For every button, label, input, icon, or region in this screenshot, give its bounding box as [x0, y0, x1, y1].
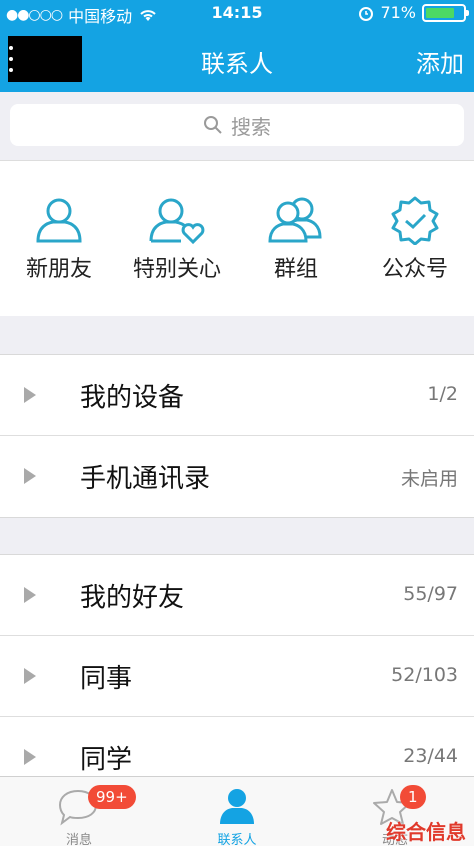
tab-contacts[interactable]: 联系人	[158, 777, 316, 846]
group-name: 同学	[80, 745, 133, 775]
tab-label: 联系人	[217, 833, 257, 846]
navigation-bar: 联系人 添加	[0, 26, 474, 92]
contact-groups-section-2: 我的好友 55/97 同事 52/103 同学 23/44	[0, 554, 474, 798]
quick-entry-label: 群组	[273, 257, 318, 282]
group-count: 1/2	[427, 383, 458, 405]
moments-badge: 1	[400, 785, 426, 809]
expand-arrow-icon	[24, 587, 36, 603]
alarm-clock-icon	[359, 6, 374, 21]
group-count: 55/97	[403, 583, 458, 605]
expand-arrow-icon	[24, 668, 36, 684]
expand-arrow-icon	[24, 468, 36, 484]
list-item-my-devices[interactable]: 我的设备 1/2	[0, 355, 474, 436]
group-name: 手机通讯录	[80, 464, 211, 494]
top-bar: ●●○○○ 中国移动 14:15 71% 联系人 添加	[0, 0, 474, 92]
group-icon	[268, 197, 322, 243]
group-count: 23/44	[403, 745, 458, 767]
quick-entry-label: 特别关心	[132, 257, 221, 282]
person-icon	[220, 789, 254, 824]
watermark-text: 综合信息	[386, 820, 466, 844]
status-bar: ●●○○○ 中国移动 14:15 71%	[0, 0, 474, 26]
quick-entries: 新朋友 特别关心 群组 公众号	[0, 160, 474, 316]
expand-arrow-icon	[24, 387, 36, 403]
tab-messages[interactable]: 99+ 消息	[0, 777, 158, 846]
group-count: 未启用	[400, 468, 458, 490]
group-name: 我的好友	[80, 583, 185, 613]
expand-arrow-icon	[24, 749, 36, 765]
contact-groups-section-1: 我的设备 1/2 手机通讯录 未启用	[0, 354, 474, 518]
contacts-screen: ●●○○○ 中国移动 14:15 71% 联系人 添加 搜索 新朋友 特别关心 …	[0, 0, 474, 846]
group-name: 我的设备	[80, 383, 185, 413]
list-item-colleagues[interactable]: 同事 52/103	[0, 636, 474, 717]
list-item-phone-contacts[interactable]: 手机通讯录 未启用	[0, 436, 474, 517]
quick-entry-label: 新朋友	[25, 257, 92, 282]
list-item-my-friends[interactable]: 我的好友 55/97	[0, 555, 474, 636]
user-icon	[36, 198, 82, 243]
search-placeholder: 搜索	[231, 114, 271, 139]
user-heart-icon	[149, 198, 205, 245]
quick-entry-new-friends[interactable]: 新朋友	[0, 195, 118, 295]
battery-icon	[422, 3, 469, 22]
badge-check-icon	[391, 196, 439, 245]
status-right: 71%	[358, 3, 469, 22]
quick-entry-special-care[interactable]: 特别关心	[118, 195, 236, 295]
search-icon	[204, 116, 222, 134]
tab-label: 消息	[65, 833, 92, 846]
battery-percent: 71%	[380, 3, 416, 22]
group-name: 同事	[80, 664, 133, 694]
page-title: 联系人	[201, 50, 273, 78]
quick-entry-official-accounts[interactable]: 公众号	[356, 195, 474, 295]
group-count: 52/103	[391, 664, 458, 686]
quick-entry-groups[interactable]: 群组	[237, 195, 355, 295]
search-area: 搜索	[0, 92, 474, 158]
quick-entry-label: 公众号	[381, 257, 448, 282]
add-button[interactable]: 添加	[416, 44, 464, 79]
search-input[interactable]: 搜索	[10, 104, 464, 146]
message-badge: 99+	[88, 785, 136, 809]
